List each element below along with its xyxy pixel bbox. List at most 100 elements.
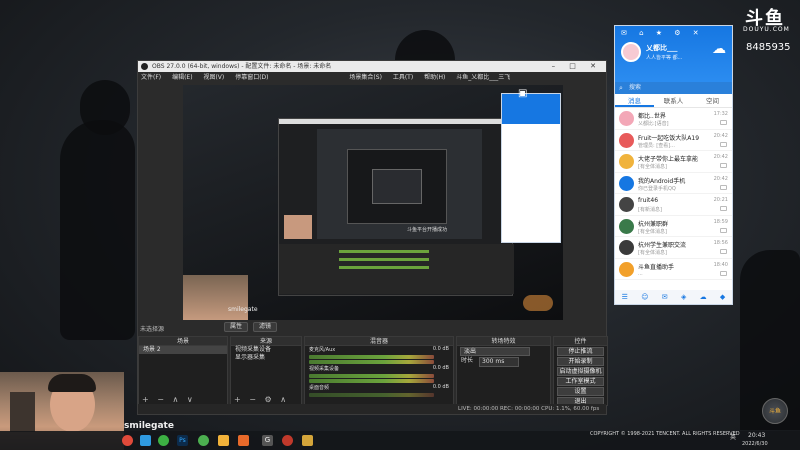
nested-preview: 斗鱼平台开播成功 (317, 129, 482, 239)
conversation-item[interactable]: Fruit一起吃饭大队A19 管理员: [查看]... 20:42 (615, 130, 732, 151)
stop-streaming-button[interactable]: 停止推流 (557, 347, 604, 356)
game-icon[interactable]: ◈ (681, 293, 686, 301)
app-icon[interactable] (198, 435, 209, 446)
conversation-item[interactable]: 都比..世界 乂都比:[语音] 17:32 (615, 108, 732, 130)
start-recording-button[interactable]: 开始录制 (557, 357, 604, 366)
douyu-icon[interactable] (238, 435, 249, 446)
obs-titlebar[interactable]: OBS 27.0.0 (64-bit, windows) - 配置文件: 未命名… (138, 61, 606, 72)
qq-search-placeholder: 搜索 (629, 84, 642, 91)
mute-icon (720, 206, 727, 211)
wechat-icon[interactable] (158, 435, 169, 446)
conversation-item[interactable]: fruit46 [有新消息] 20:21 (615, 194, 732, 216)
controls-header: 控件 (554, 337, 607, 346)
mute-icon (720, 120, 727, 125)
source-item[interactable]: 显示器采集 (231, 354, 301, 362)
tab-messages[interactable]: 消息 (615, 94, 654, 107)
properties-button[interactable]: 属性 (224, 322, 249, 332)
qq-header-icons[interactable]: ✉ ⌂ ★ ⚙ ✕ (621, 29, 704, 37)
app-icon[interactable] (302, 435, 313, 446)
mixer-ch1-meter (309, 355, 434, 359)
nested-qq (501, 93, 561, 243)
clock-date[interactable]: 2022/6/30 (742, 441, 768, 447)
obs-title: OBS 27.0.0 (64-bit, windows) - 配置文件: 未命名… (152, 63, 332, 70)
browser-icon[interactable] (122, 435, 133, 446)
conversation-preview: ... (638, 270, 643, 277)
contacts-icon[interactable]: ☺ (641, 293, 648, 301)
contact-avatar (619, 240, 634, 255)
obs-taskbar-icon[interactable] (282, 435, 293, 446)
clock-time[interactable]: 20:43 (748, 432, 765, 439)
contact-avatar (619, 175, 634, 191)
menu-account[interactable]: 斗鱼_乂都比___三飞 (456, 74, 510, 81)
preview-webcam (183, 275, 248, 320)
duration-label: 时长 (461, 357, 474, 364)
no-source-selected-label: 未选择源 (140, 326, 165, 333)
menu-edit[interactable]: 编辑(E) (172, 74, 192, 81)
conversation-item[interactable]: 杭州兼职群 [有全体消息] 18:59 (615, 216, 732, 237)
tab-contacts[interactable]: 联系人 (654, 94, 693, 107)
mute-icon (720, 184, 727, 190)
conversation-item[interactable]: 我的Android手机 你已登录手机QQ 20:42 (615, 173, 732, 194)
conversation-time: 20:42 (713, 175, 728, 182)
conversation-preview: 管理员: [查看]... (638, 142, 675, 149)
menu-icon[interactable]: ☰ (622, 293, 628, 301)
conversation-name: fruit46 (638, 197, 659, 204)
mixer-ch3-meter (309, 393, 434, 397)
duration-field[interactable]: 300 ms (479, 357, 519, 367)
nested-obs-window: 斗鱼平台开播成功 (278, 118, 514, 296)
qq-search-input[interactable]: ⌕ 搜索 (615, 82, 732, 94)
douyu-corner-badge: 斗鱼 (762, 398, 788, 424)
mixer-ch1-label: 麦克风/Aux (309, 347, 336, 353)
taskbar: Ps G COPYRIGHT © 1998-2021 TENCENT. ALL … (0, 431, 800, 450)
conversation-list: 都比..世界 乂都比:[语音] 17:32 Fruit一起吃饭大队A19 管理员: [查… (615, 108, 732, 280)
mixer-dock: 混音器 麦克风/Aux 0.0 dB 视频采集设备 0.0 dB 桌面音频 0.… (304, 336, 454, 406)
conversation-time: 20:42 (713, 132, 728, 139)
window-controls[interactable]: – □ ✕ (552, 61, 602, 72)
menu-scene-collection[interactable]: 场景集合(S) (349, 74, 382, 81)
transition-select[interactable]: 淡出 (460, 347, 530, 356)
menu-docks[interactable]: 停靠窗口(D) (235, 74, 268, 81)
app-icon[interactable]: G (262, 435, 273, 446)
conversation-preview: 乂都比:[语音] (638, 121, 669, 127)
source-item[interactable]: 视频采集设备 (231, 346, 301, 354)
filters-button[interactable]: 滤镜 (253, 322, 278, 332)
obs-menubar: 文件(F) 编辑(E) 视图(V) 停靠窗口(D) 场景集合(S) 工具(T) … (138, 72, 606, 83)
obs-preview[interactable]: 斗鱼平台开播成功 ▣ smilegate (183, 85, 563, 320)
menu-tools[interactable]: 工具(T) (393, 74, 413, 81)
studio-mode-button[interactable]: 工作室模式 (557, 377, 604, 386)
app-icon[interactable] (218, 435, 229, 446)
shield-icon[interactable]: ◆ (720, 293, 725, 301)
mail-icon[interactable]: ✉ (662, 293, 668, 301)
transitions-dock: 转场特效 淡出 时长 300 ms (456, 336, 551, 406)
weather-icon: ☁ (712, 41, 726, 57)
preview-watermark: smilegate (228, 306, 258, 313)
ime-indicator[interactable]: 英 (730, 432, 736, 441)
contact-avatar (619, 218, 634, 234)
qq-signature: 人人皆平等 都... (646, 55, 683, 61)
virtual-camera-button[interactable]: 启动虚拟摄像机 (557, 367, 604, 376)
photoshop-icon[interactable]: Ps (177, 435, 188, 446)
conversation-item[interactable]: 杭州学生兼职交流 [有全体消息] 18:56 (615, 237, 732, 259)
menu-view[interactable]: 视图(V) (203, 74, 224, 81)
mixer-ch3-db: 0.0 dB (432, 384, 449, 390)
conversation-preview: [有全体消息] (638, 164, 667, 170)
search-icon: ⌕ (619, 84, 623, 92)
scenes-header: 场景 (139, 337, 227, 346)
menu-file[interactable]: 文件(F) (141, 74, 161, 81)
contact-avatar (619, 197, 634, 212)
qq-header: ✉ ⌂ ★ ⚙ ✕ 乂都比___ 人人皆平等 都... ☁ (615, 26, 732, 82)
soldier-helmet-left (80, 80, 130, 135)
qq-avatar[interactable] (621, 42, 641, 62)
conversation-item[interactable]: 大佬子带你上最车拿能 [有全体消息] 20:42 (615, 151, 732, 173)
menu-help[interactable]: 帮助(H) (424, 74, 445, 81)
mixer-ch3-label: 桌面音频 (309, 385, 330, 391)
conversation-name: 杭州学生兼职交流 (638, 242, 687, 249)
tab-space[interactable]: 空间 (693, 94, 732, 107)
settings-button[interactable]: 设置 (557, 387, 604, 396)
scene-item[interactable]: 场景 2 (139, 346, 227, 354)
qq-icon[interactable] (140, 435, 151, 446)
mixer-ch2-meter (309, 374, 434, 378)
conversation-item[interactable]: 斗鱼直播助手... 18:40 (615, 259, 732, 280)
cloud-icon[interactable]: ☁ (700, 293, 707, 301)
transitions-header: 转场特效 (457, 337, 550, 346)
